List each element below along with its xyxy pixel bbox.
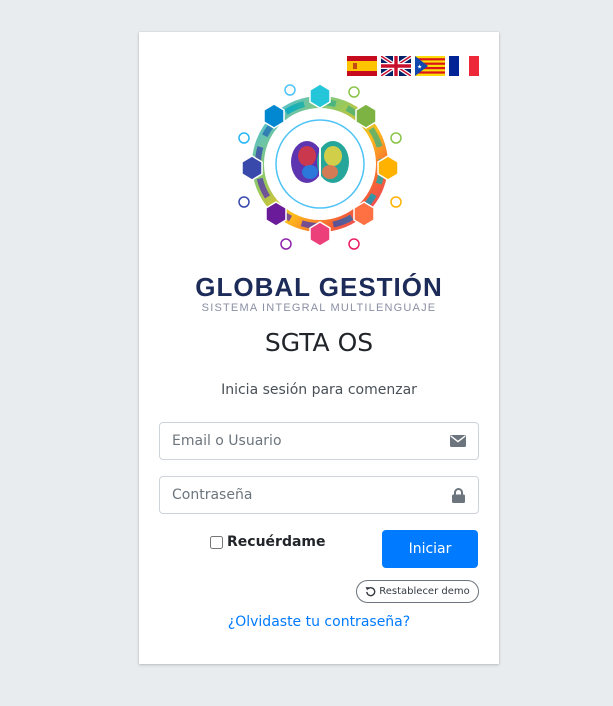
- catalonia-flag-icon[interactable]: [415, 56, 445, 76]
- login-button[interactable]: Iniciar: [382, 530, 478, 568]
- login-subtitle: Inicia sesión para comenzar: [221, 382, 417, 398]
- password-field-group: [159, 476, 479, 514]
- envelope-icon: [438, 435, 478, 447]
- reset-demo-label: Restablecer demo: [379, 586, 470, 597]
- remember-me[interactable]: Recuérdame: [210, 534, 326, 550]
- brand-name: GLOBAL GESTIÓN: [195, 272, 443, 302]
- undo-icon: [365, 587, 376, 597]
- uk-flag-icon[interactable]: [381, 56, 411, 76]
- global-gestion-logo: [238, 84, 402, 250]
- email-input[interactable]: [160, 423, 438, 459]
- lock-icon: [438, 487, 478, 503]
- france-flag-icon[interactable]: [449, 56, 479, 76]
- email-field-group: [159, 422, 479, 460]
- page-title: SGTA OS: [264, 328, 374, 357]
- spain-flag-icon[interactable]: [347, 56, 377, 76]
- language-selector: [347, 56, 479, 76]
- password-input[interactable]: [160, 477, 438, 513]
- reset-demo-button[interactable]: Restablecer demo: [356, 580, 479, 603]
- brand-tagline: SISTEMA INTEGRAL MULTILENGUAJE: [201, 302, 437, 314]
- login-card: GLOBAL GESTIÓN SISTEMA INTEGRAL MULTILEN…: [139, 32, 499, 664]
- forgot-password-link[interactable]: ¿Olvidaste tu contraseña?: [139, 614, 499, 630]
- remember-checkbox[interactable]: [210, 535, 223, 549]
- remember-label: Recuérdame: [227, 534, 326, 550]
